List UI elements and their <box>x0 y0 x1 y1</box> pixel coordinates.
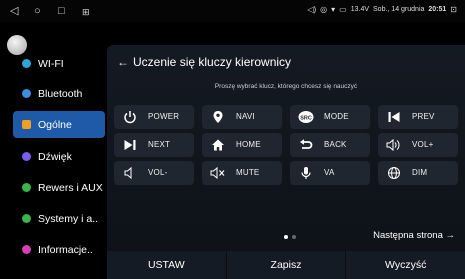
systems-icon <box>22 214 31 223</box>
key-label: VOL+ <box>412 140 434 149</box>
sidebar-item-bluetooth[interactable]: Bluetooth <box>13 80 105 107</box>
microphone-icon <box>298 165 314 181</box>
nav-back-icon[interactable]: ◁ <box>10 4 18 18</box>
action-bar: USTAW Zapisz Wyczyść <box>107 251 465 279</box>
sidebar-item-sound[interactable]: Dźwięk <box>13 143 105 170</box>
skip-previous-icon <box>386 109 402 125</box>
screen-icon[interactable]: ⊡ <box>450 5 457 14</box>
bluetooth-icon <box>22 89 31 98</box>
volume-down-icon <box>122 165 138 181</box>
battery-status-icon: ▭ <box>339 5 347 14</box>
info-icon <box>22 245 31 254</box>
clear-button[interactable]: Wyczyść <box>346 251 465 279</box>
key-back[interactable]: BACK <box>290 133 370 157</box>
location-pin-icon <box>210 109 226 125</box>
sidebar-item-label: Informacje.. <box>38 243 93 256</box>
date-readout: Sob., 14 grudnia <box>373 6 425 13</box>
src-icon: SRC <box>298 109 314 125</box>
key-vol-up[interactable]: VOL+ <box>378 133 458 157</box>
status-bar: ◁ ○ □ ⊞ ◁) ◎ ▾ ▭ 13.4V Sob., 14 grudnia … <box>0 0 465 22</box>
power-icon <box>122 109 138 125</box>
sidebar-item-info[interactable]: Informacje.. <box>13 236 105 263</box>
reverse-camera-icon <box>22 183 31 192</box>
next-page-label: Następna strona <box>373 230 443 241</box>
key-power[interactable]: POWER <box>114 105 194 129</box>
sidebar-item-label: Dźwięk <box>38 150 72 163</box>
back-arrow-icon <box>298 137 314 153</box>
key-mode[interactable]: SRC MODE <box>290 105 370 129</box>
mute-icon <box>210 165 226 181</box>
key-label: VA <box>324 168 335 177</box>
key-label: POWER <box>148 112 180 121</box>
sidebar-item-systems[interactable]: Systemy i a.. <box>13 205 105 232</box>
nav-recent-icon[interactable]: □ <box>58 4 65 18</box>
wifi-icon <box>22 59 31 68</box>
key-prev[interactable]: PREV <box>378 105 458 129</box>
key-va[interactable]: VA <box>290 161 370 185</box>
sidebar-item-label: WI-FI <box>38 57 64 70</box>
next-page-link[interactable]: Następna strona → <box>373 230 455 241</box>
sidebar-item-label: Rewers i AUX <box>38 181 103 194</box>
key-label: HOME <box>236 140 261 149</box>
key-label: VOL- <box>148 168 168 177</box>
arrow-right-icon: → <box>445 230 456 241</box>
key-label: MUTE <box>236 168 260 177</box>
home-icon <box>210 137 226 153</box>
page-indicator <box>284 235 296 239</box>
key-navi[interactable]: NAVI <box>202 105 282 129</box>
key-label: DIM <box>412 168 428 177</box>
set-button[interactable]: USTAW <box>107 251 227 279</box>
key-mute[interactable]: MUTE <box>202 161 282 185</box>
key-dim[interactable]: DIM <box>378 161 458 185</box>
sidebar-item-wifi[interactable]: WI-FI <box>13 50 105 77</box>
sound-icon <box>22 152 31 161</box>
page-dot <box>292 235 296 239</box>
voltage-readout: 13.4V <box>350 6 370 13</box>
key-next[interactable]: NEXT <box>114 133 194 157</box>
page-title: Uczenie się kluczy kierownicy <box>133 55 292 69</box>
key-label: PREV <box>412 112 435 121</box>
location-status-icon: ◎ <box>320 5 328 14</box>
back-arrow-icon[interactable]: ← <box>117 55 129 69</box>
clock: 20:51 <box>428 6 447 13</box>
globe-icon <box>386 165 402 181</box>
key-label: MODE <box>324 112 349 121</box>
sidebar-item-reverse-aux[interactable]: Rewers i AUX <box>13 174 105 201</box>
notification-icon: ⊞ <box>82 7 90 17</box>
key-label: BACK <box>324 140 347 149</box>
sidebar-item-label: Bluetooth <box>38 87 83 100</box>
key-label: NEXT <box>148 140 171 149</box>
nav-home-icon[interactable]: ○ <box>34 4 41 18</box>
skip-next-icon <box>122 137 138 153</box>
svg-text:SRC: SRC <box>300 115 312 121</box>
sidebar-item-label: Ogólne <box>38 118 72 131</box>
status-indicators: ◁) ◎ ▾ ▭ 13.4V Sob., 14 grudnia 20:51 ⊡ <box>307 5 457 14</box>
general-settings-icon <box>22 120 31 129</box>
volume-up-icon <box>386 137 402 153</box>
sidebar-item-label: Systemy i a.. <box>38 212 99 225</box>
sidebar-item-general[interactable]: Ogólne <box>13 111 105 138</box>
page-dot-active <box>284 235 288 239</box>
key-home[interactable]: HOME <box>202 133 282 157</box>
steering-key-learning-panel: ← Uczenie się kluczy kierownicy Proszę w… <box>107 45 465 279</box>
instruction-text: Proszę wybrać klucz, którego chcesz się … <box>214 83 358 90</box>
wifi-status-icon: ▾ <box>331 5 336 14</box>
key-label: NAVI <box>236 112 255 121</box>
key-vol-down[interactable]: VOL- <box>114 161 194 185</box>
volume-status-icon: ◁) <box>307 5 317 14</box>
save-button[interactable]: Zapisz <box>226 251 347 279</box>
